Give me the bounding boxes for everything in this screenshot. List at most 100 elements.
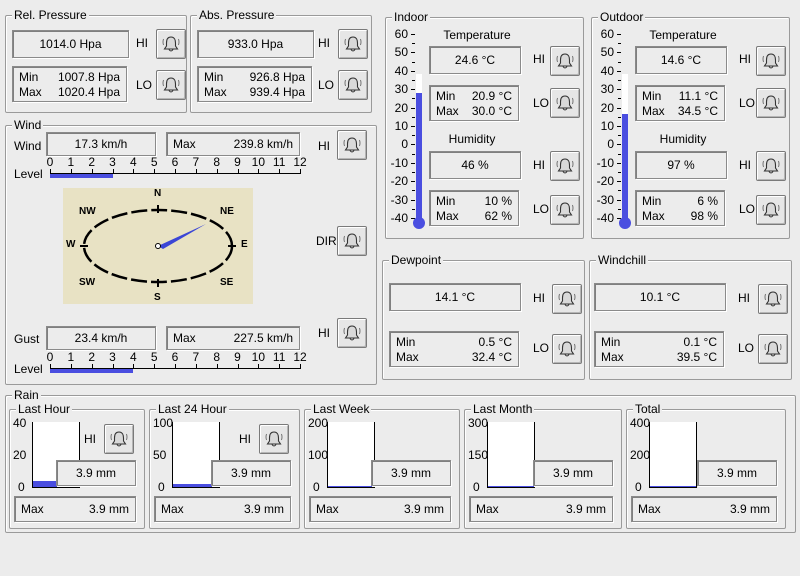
- rain-scale-zero: 0: [635, 480, 642, 494]
- level-tick: [70, 364, 72, 369]
- level-tick: [154, 169, 156, 174]
- wind-hi-alarm-button[interactable]: [337, 130, 367, 160]
- rel-pressure-hi-alarm-button[interactable]: [156, 29, 186, 59]
- level-tick-label: 10: [251, 350, 265, 364]
- outdoor-temp-value: 14.6 °C: [635, 46, 727, 74]
- rain-scale-top: 400: [630, 416, 651, 430]
- gust-hi-label: HI: [318, 326, 330, 340]
- outdoor-hum-lo-alarm-button[interactable]: [756, 195, 786, 225]
- wind-dir-alarm-button[interactable]: [337, 226, 367, 256]
- thermo-minor-tick: [412, 80, 415, 81]
- compass-w: W: [66, 239, 76, 250]
- thermo-tick: [411, 70, 415, 72]
- rel-pressure-lo-alarm-button[interactable]: [156, 70, 186, 100]
- level-tick-label: 11: [272, 155, 286, 169]
- thermo-scale-label: -20: [390, 174, 408, 189]
- level-tick-label: 0: [46, 350, 54, 364]
- indoor-title: Indoor: [392, 10, 431, 24]
- rain-panel-total: Total 400 200 0 3.9 mm Max 3.9 mm: [626, 402, 786, 529]
- thermo-scale-label: 30: [600, 82, 614, 97]
- wind-group: Wind Wind 17.3 km/h Max 239.8 km/h HI Lev…: [5, 118, 377, 385]
- abs-pressure-hi-alarm-button[interactable]: [338, 29, 368, 59]
- bell-icon: [761, 200, 781, 220]
- level-tick: [50, 169, 51, 174]
- thermo-scale-label: 50: [600, 45, 614, 60]
- rain-hi-alarm-button[interactable]: [104, 424, 134, 454]
- thermo-minor-tick: [412, 208, 415, 210]
- thermo-minor-tick: [412, 172, 415, 173]
- thermo-minor-tick: [618, 98, 621, 100]
- thermo-minor-tick: [618, 116, 621, 118]
- rain-max: Max 3.9 mm: [14, 496, 136, 522]
- thermo-minor-tick: [618, 208, 621, 210]
- thermo-bulb: [619, 217, 631, 229]
- rain-hi-label: HI: [239, 432, 251, 446]
- bell-icon: [264, 429, 284, 449]
- level-tick-label: 11: [272, 350, 286, 364]
- indoor-hum-value: 46 %: [429, 151, 521, 179]
- gust-hi-alarm-button[interactable]: [337, 318, 367, 348]
- dewpoint-lo-alarm-button[interactable]: [552, 334, 582, 364]
- outdoor-hum-lo-label: LO: [739, 202, 756, 216]
- thermo-scale-label: -10: [596, 155, 614, 170]
- indoor-temp-hi-alarm-button[interactable]: [550, 46, 580, 76]
- windchill-lo-label: LO: [738, 341, 755, 355]
- dewpoint-lo-label: LO: [533, 341, 550, 355]
- compass-n: N: [154, 188, 162, 199]
- bell-icon: [342, 323, 362, 343]
- rain-panel-last-24-hour: Last 24 Hour 100 50 0 3.9 mm Max 3.9 mm HI: [149, 402, 300, 529]
- outdoor-temp-hi-alarm-button[interactable]: [756, 46, 786, 76]
- outdoor-hum-hi-alarm-button[interactable]: [756, 151, 786, 181]
- outdoor-temp-lo-alarm-button[interactable]: [756, 88, 786, 118]
- rain-panel-last-hour: Last Hour 40 20 0 3.9 mm Max 3.9 mm HI: [9, 402, 145, 529]
- abs-pressure-lo-alarm-button[interactable]: [338, 70, 368, 100]
- windchill-lo-alarm-button[interactable]: [758, 334, 788, 364]
- rain-scale-zero: 0: [473, 480, 480, 494]
- wind-title: Wind: [12, 118, 44, 132]
- indoor-hum-minmax: Min 10 % Max 62 %: [429, 190, 519, 226]
- wind-compass: N NE E SE S SW W NW: [63, 188, 253, 304]
- rain-hi-alarm-button[interactable]: [259, 424, 289, 454]
- level-tick: [91, 169, 93, 174]
- bell-icon: [761, 156, 781, 176]
- rain-scale-mid: 20: [13, 448, 27, 462]
- bell-icon: [555, 93, 575, 113]
- windchill-title: Windchill: [596, 253, 649, 267]
- thermo-tick: [411, 89, 415, 91]
- indoor-hum-hi-alarm-button[interactable]: [550, 151, 580, 181]
- indoor-hum-lo-alarm-button[interactable]: [550, 195, 580, 225]
- dewpoint-minmax: Min 0.5 °C Max 32.4 °C: [389, 331, 519, 367]
- thermo-tick: [617, 144, 621, 146]
- level-tick: [216, 364, 218, 369]
- rain-value: 3.9 mm: [56, 460, 136, 486]
- outdoor-hum-minmax: Min 6 % Max 98 %: [635, 190, 725, 226]
- level-tick: [258, 169, 260, 174]
- windchill-hi-alarm-button[interactable]: [758, 284, 788, 314]
- dewpoint-hi-alarm-button[interactable]: [552, 284, 582, 314]
- bell-icon: [343, 34, 363, 54]
- rain-scale-zero: 0: [158, 480, 165, 494]
- level-tick: [237, 169, 239, 174]
- outdoor-temp-title: Temperature: [649, 28, 717, 42]
- dewpoint-title: Dewpoint: [389, 253, 444, 267]
- level-bar: [50, 174, 113, 178]
- indoor-temp-lo-alarm-button[interactable]: [550, 88, 580, 118]
- rain-max: Max 3.9 mm: [631, 496, 777, 522]
- level-tick: [70, 169, 72, 174]
- rain-chart-axis: [649, 422, 697, 488]
- rain-scale-zero: 0: [313, 480, 320, 494]
- indoor-temp-title: Temperature: [443, 28, 511, 42]
- level-tick-label: 7: [192, 155, 200, 169]
- level-tick-label: 12: [293, 350, 307, 364]
- dewpoint-value: 14.1 °C: [389, 283, 521, 311]
- gust-level-label: Level: [14, 362, 43, 376]
- level-tick-label: 9: [234, 155, 241, 169]
- thermo-fill: [622, 114, 628, 224]
- thermo-minor-tick: [412, 153, 415, 155]
- thermo-fill: [416, 93, 422, 224]
- rain-panel-title: Last Hour: [16, 402, 73, 416]
- level-tick: [216, 169, 218, 174]
- thermo-minor-tick: [618, 43, 621, 45]
- level-tick: [279, 169, 281, 174]
- thermo-minor-tick: [412, 190, 415, 192]
